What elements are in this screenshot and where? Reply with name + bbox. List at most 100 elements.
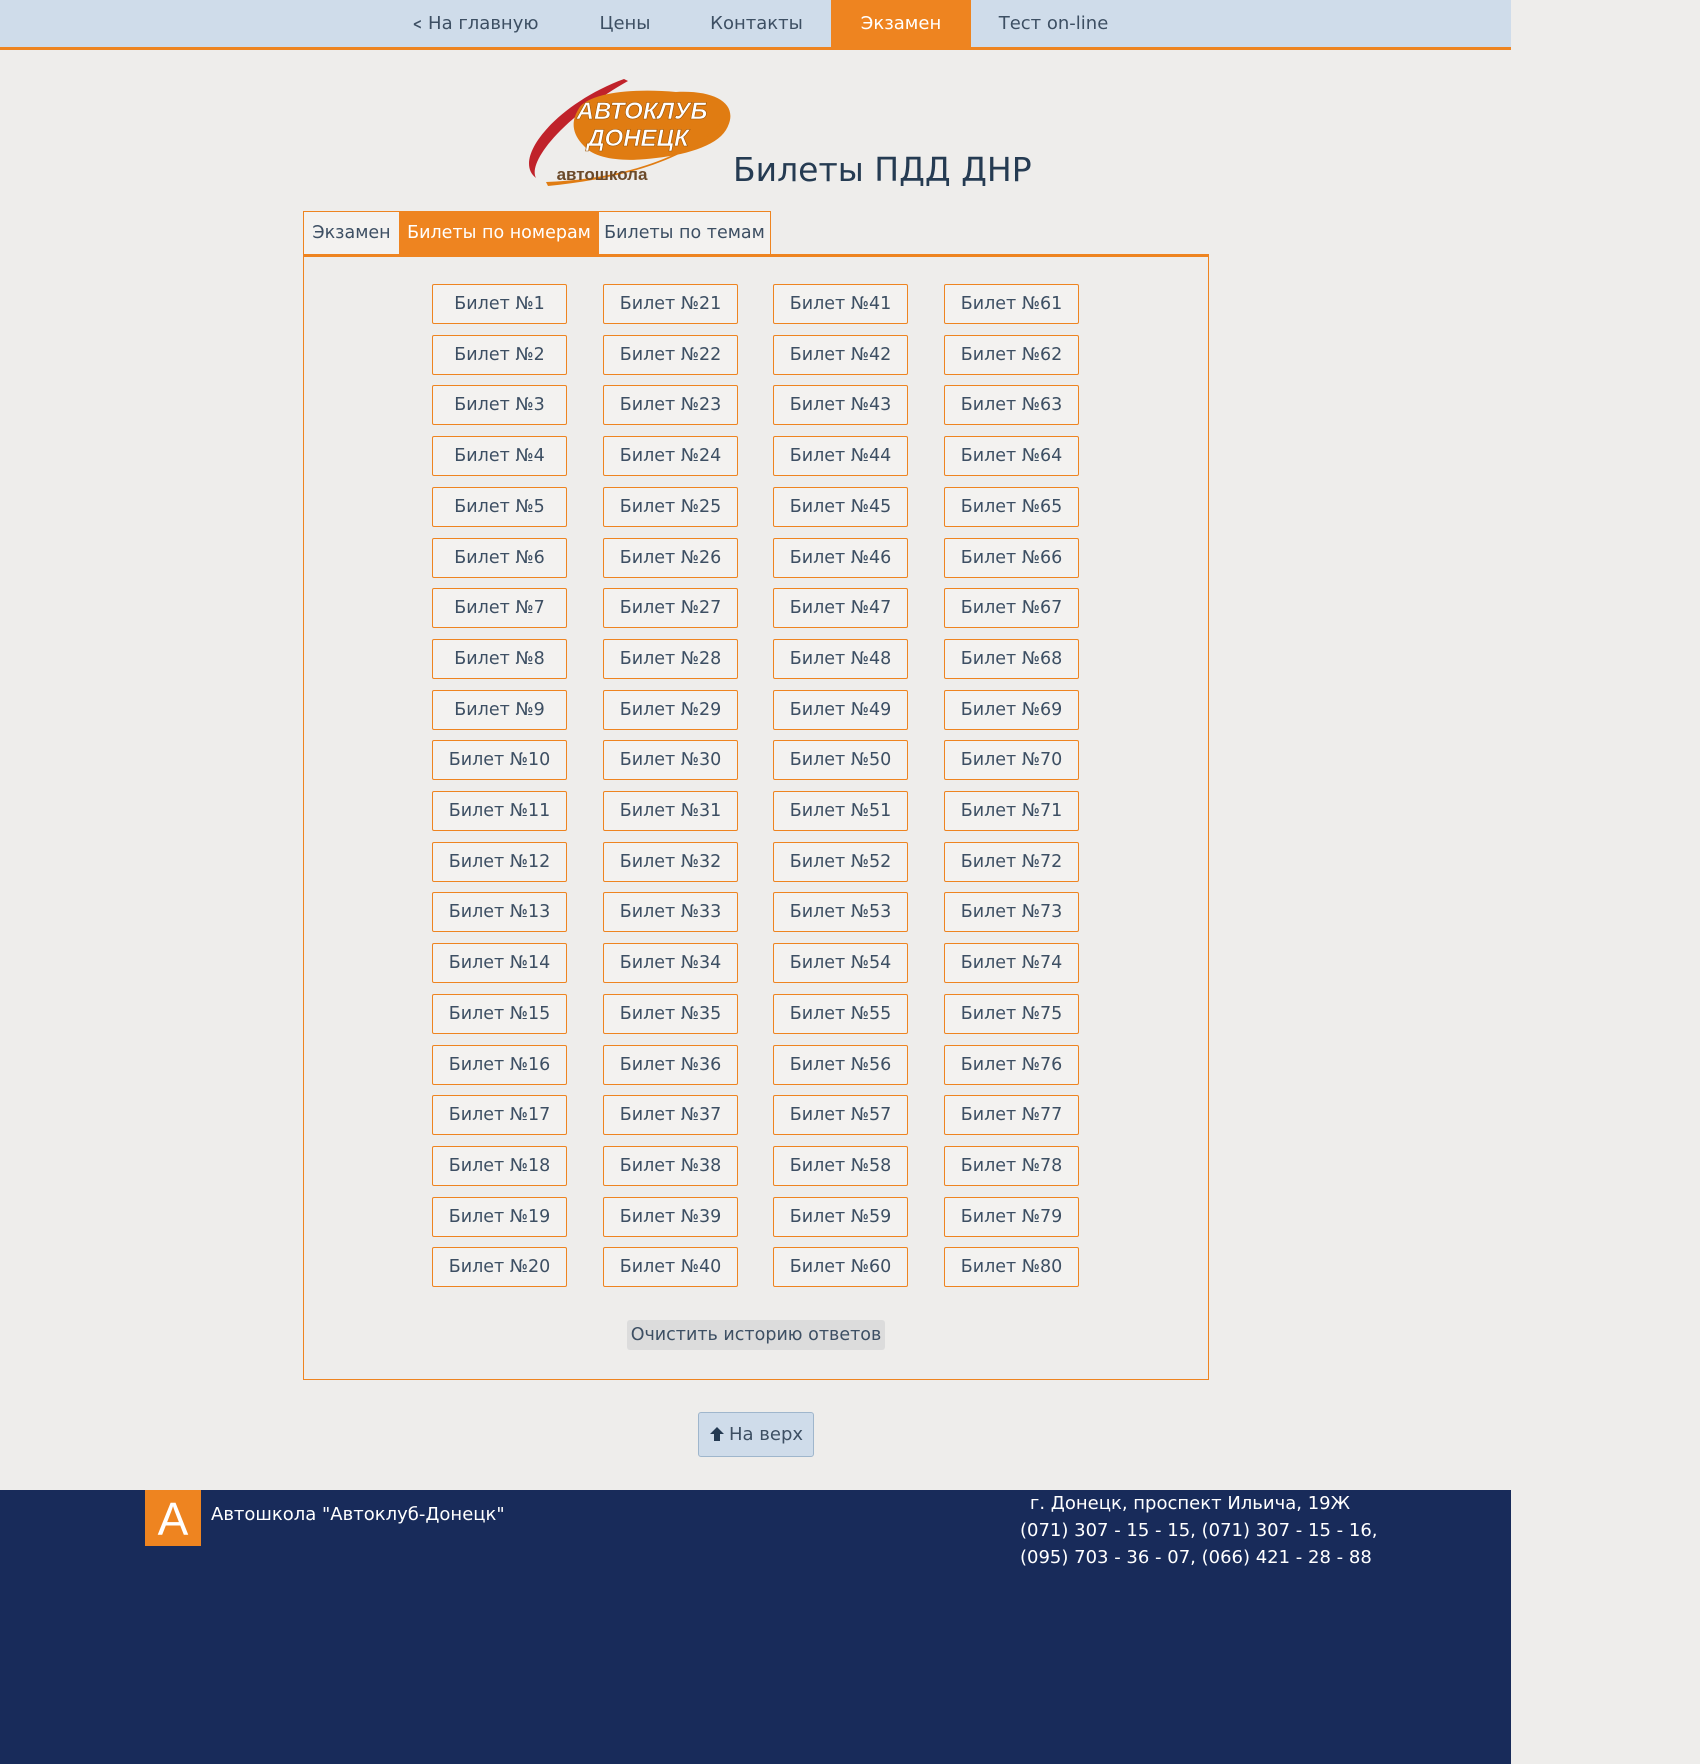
ticket-button-56[interactable]: Билет №56: [773, 1045, 908, 1085]
ticket-button-79[interactable]: Билет №79: [944, 1197, 1079, 1237]
ticket-button-26[interactable]: Билет №26: [603, 538, 738, 578]
ticket-button-10[interactable]: Билет №10: [432, 740, 567, 780]
ticket-button-4[interactable]: Билет №4: [432, 436, 567, 476]
ticket-button-37[interactable]: Билет №37: [603, 1095, 738, 1135]
ticket-button-18[interactable]: Билет №18: [432, 1146, 567, 1186]
ticket-button-67[interactable]: Билет №67: [944, 588, 1079, 628]
ticket-button-12[interactable]: Билет №12: [432, 842, 567, 882]
ticket-button-39[interactable]: Билет №39: [603, 1197, 738, 1237]
ticket-button-7[interactable]: Билет №7: [432, 588, 567, 628]
nav-exam-link[interactable]: Экзамен: [831, 0, 971, 47]
ticket-button-2[interactable]: Билет №2: [432, 335, 567, 375]
ticket-button-61[interactable]: Билет №61: [944, 284, 1079, 324]
logo-line-2: ДОНЕЦК: [585, 125, 691, 152]
ticket-button-70[interactable]: Билет №70: [944, 740, 1079, 780]
ticket-button-63[interactable]: Билет №63: [944, 385, 1079, 425]
ticket-button-49[interactable]: Билет №49: [773, 690, 908, 730]
ticket-button-20[interactable]: Билет №20: [432, 1247, 567, 1287]
page-title: Билеты ПДД ДНР: [733, 150, 1032, 189]
ticket-button-11[interactable]: Билет №11: [432, 791, 567, 831]
ticket-button-35[interactable]: Билет №35: [603, 994, 738, 1034]
ticket-button-42[interactable]: Билет №42: [773, 335, 908, 375]
back-to-top-button[interactable]: На верх: [698, 1412, 814, 1457]
ticket-button-29[interactable]: Билет №29: [603, 690, 738, 730]
ticket-button-53[interactable]: Билет №53: [773, 892, 908, 932]
ticket-button-76[interactable]: Билет №76: [944, 1045, 1079, 1085]
nav-prices-link[interactable]: Цены: [580, 0, 670, 47]
ticket-button-5[interactable]: Билет №5: [432, 487, 567, 527]
ticket-button-51[interactable]: Билет №51: [773, 791, 908, 831]
ticket-button-19[interactable]: Билет №19: [432, 1197, 567, 1237]
ticket-button-77[interactable]: Билет №77: [944, 1095, 1079, 1135]
ticket-button-46[interactable]: Билет №46: [773, 538, 908, 578]
nav-online-test-link[interactable]: Тест on-line: [990, 0, 1117, 47]
ticket-button-13[interactable]: Билет №13: [432, 892, 567, 932]
ticket-button-27[interactable]: Билет №27: [603, 588, 738, 628]
ticket-button-22[interactable]: Билет №22: [603, 335, 738, 375]
tab-tickets-by-topic[interactable]: Билеты по темам: [598, 211, 771, 255]
ticket-button-43[interactable]: Билет №43: [773, 385, 908, 425]
ticket-button-73[interactable]: Билет №73: [944, 892, 1079, 932]
footer-school-name: Автошкола "Автоклуб-Донецк": [211, 1504, 505, 1525]
ticket-button-74[interactable]: Билет №74: [944, 943, 1079, 983]
clear-history-button[interactable]: Очистить историю ответов: [627, 1320, 885, 1350]
tab-exam[interactable]: Экзамен: [303, 211, 400, 255]
ticket-button-78[interactable]: Билет №78: [944, 1146, 1079, 1186]
ticket-button-40[interactable]: Билет №40: [603, 1247, 738, 1287]
ticket-button-30[interactable]: Билет №30: [603, 740, 738, 780]
ticket-button-38[interactable]: Билет №38: [603, 1146, 738, 1186]
ticket-button-14[interactable]: Билет №14: [432, 943, 567, 983]
ticket-button-62[interactable]: Билет №62: [944, 335, 1079, 375]
ticket-button-23[interactable]: Билет №23: [603, 385, 738, 425]
ticket-button-52[interactable]: Билет №52: [773, 842, 908, 882]
ticket-button-59[interactable]: Билет №59: [773, 1197, 908, 1237]
ticket-button-34[interactable]: Билет №34: [603, 943, 738, 983]
ticket-button-45[interactable]: Билет №45: [773, 487, 908, 527]
ticket-button-69[interactable]: Билет №69: [944, 690, 1079, 730]
ticket-button-41[interactable]: Билет №41: [773, 284, 908, 324]
footer-logo[interactable]: А: [145, 1490, 201, 1546]
ticket-button-75[interactable]: Билет №75: [944, 994, 1079, 1034]
ticket-button-31[interactable]: Билет №31: [603, 791, 738, 831]
nav-home-link[interactable]: < На главную: [400, 0, 550, 47]
ticket-button-72[interactable]: Билет №72: [944, 842, 1079, 882]
ticket-button-25[interactable]: Билет №25: [603, 487, 738, 527]
ticket-button-6[interactable]: Билет №6: [432, 538, 567, 578]
ticket-button-58[interactable]: Билет №58: [773, 1146, 908, 1186]
ticket-button-65[interactable]: Билет №65: [944, 487, 1079, 527]
ticket-button-28[interactable]: Билет №28: [603, 639, 738, 679]
ticket-button-71[interactable]: Билет №71: [944, 791, 1079, 831]
ticket-button-66[interactable]: Билет №66: [944, 538, 1079, 578]
footer: А Автошкола "Автоклуб-Донецк" г. Донецк,…: [0, 1490, 1511, 1764]
ticket-button-33[interactable]: Билет №33: [603, 892, 738, 932]
ticket-button-44[interactable]: Билет №44: [773, 436, 908, 476]
ticket-button-36[interactable]: Билет №36: [603, 1045, 738, 1085]
footer-phones-1: (071) 307 - 15 - 15, (071) 307 - 15 - 16…: [1020, 1520, 1378, 1541]
ticket-button-24[interactable]: Билет №24: [603, 436, 738, 476]
tab-tickets-by-number[interactable]: Билеты по номерам: [400, 211, 598, 255]
nav-home-label: На главную: [428, 13, 539, 34]
ticket-button-48[interactable]: Билет №48: [773, 639, 908, 679]
ticket-button-21[interactable]: Билет №21: [603, 284, 738, 324]
ticket-button-57[interactable]: Билет №57: [773, 1095, 908, 1135]
nav-contacts-link[interactable]: Контакты: [700, 0, 813, 47]
autoclub-logo[interactable]: АВТОКЛУБ ДОНЕЦК автошкола: [516, 74, 736, 188]
ticket-button-80[interactable]: Билет №80: [944, 1247, 1079, 1287]
footer-address: г. Донецк, проспект Ильича, 19Ж: [1029, 1493, 1350, 1514]
ticket-button-64[interactable]: Билет №64: [944, 436, 1079, 476]
ticket-button-68[interactable]: Билет №68: [944, 639, 1079, 679]
ticket-button-50[interactable]: Билет №50: [773, 740, 908, 780]
ticket-button-15[interactable]: Билет №15: [432, 994, 567, 1034]
ticket-button-3[interactable]: Билет №3: [432, 385, 567, 425]
ticket-button-8[interactable]: Билет №8: [432, 639, 567, 679]
ticket-button-55[interactable]: Билет №55: [773, 994, 908, 1034]
ticket-button-32[interactable]: Билет №32: [603, 842, 738, 882]
ticket-button-54[interactable]: Билет №54: [773, 943, 908, 983]
ticket-button-17[interactable]: Билет №17: [432, 1095, 567, 1135]
ticket-button-47[interactable]: Билет №47: [773, 588, 908, 628]
ticket-button-1[interactable]: Билет №1: [432, 284, 567, 324]
ticket-button-9[interactable]: Билет №9: [432, 690, 567, 730]
ticket-button-16[interactable]: Билет №16: [432, 1045, 567, 1085]
chevron-left-icon: <: [413, 15, 423, 33]
ticket-button-60[interactable]: Билет №60: [773, 1247, 908, 1287]
